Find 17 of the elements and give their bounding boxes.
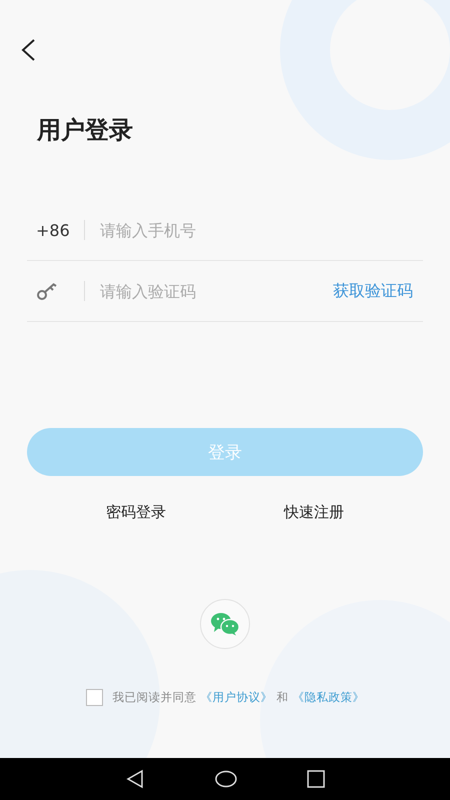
get-code-button[interactable]: 获取验证码 xyxy=(333,280,423,302)
chat-bubbles-icon xyxy=(210,612,240,636)
page-title: 用户登录 xyxy=(37,115,134,146)
login-option-link[interactable]: 快速注册 xyxy=(278,502,350,523)
agreement-text: 我已阅读并同意 xyxy=(112,690,196,705)
key-icon xyxy=(36,281,58,301)
back-nav-icon[interactable] xyxy=(125,769,145,789)
home-nav-icon[interactable] xyxy=(215,770,237,788)
agreement-checkbox[interactable] xyxy=(86,689,102,706)
privacy-policy-link[interactable]: 《隐私政策》 xyxy=(292,690,364,705)
code-input[interactable]: 请输入验证码 xyxy=(98,280,333,302)
phone-input[interactable]: 请输入手机号 xyxy=(98,220,423,240)
user-agreement-link[interactable]: 《用户协议》 xyxy=(200,690,272,705)
conjunction-text: 和 xyxy=(276,690,288,705)
login-option-link[interactable]: 密码登录 xyxy=(100,502,172,523)
country-code[interactable]: +86 xyxy=(36,220,70,240)
recents-nav-icon[interactable] xyxy=(307,770,325,788)
